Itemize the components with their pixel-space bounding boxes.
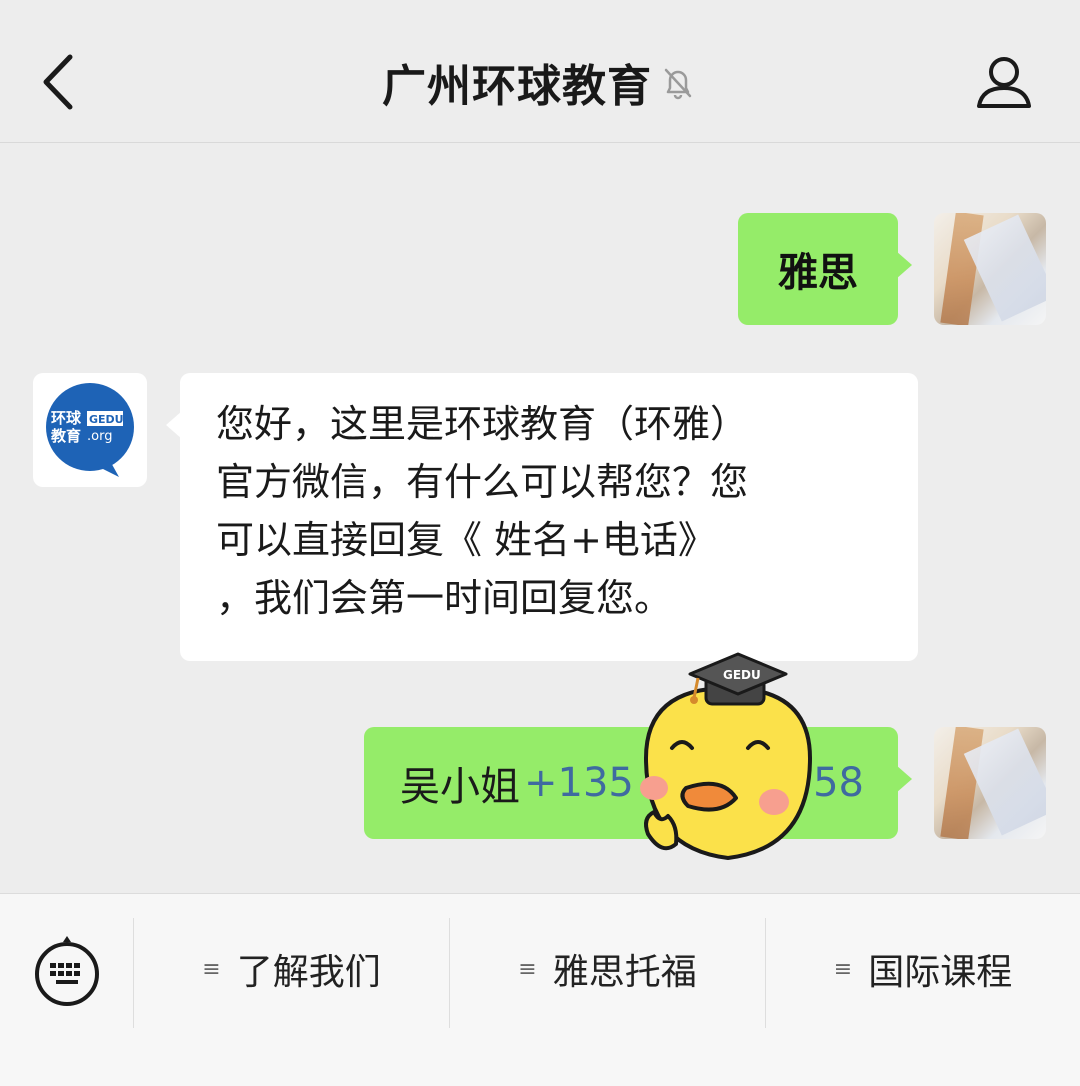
message-text: 雅思 bbox=[778, 250, 858, 296]
avatar-self[interactable] bbox=[934, 727, 1046, 839]
svg-text:环球: 环球 bbox=[51, 409, 82, 427]
avatar-self[interactable] bbox=[934, 213, 1046, 325]
graduate-duck-sticker: GEDU bbox=[640, 652, 813, 861]
menu-item-label: 国际课程 bbox=[868, 952, 1013, 993]
gedu-logo: 环球 GEDU 教育 .org bbox=[46, 383, 134, 477]
bubble-tail bbox=[896, 251, 912, 279]
bubble-tail bbox=[166, 411, 182, 439]
chat-screen: 广州环球教育 雅思 环球 GEDU 教育 .org 您好，这里是环球教育（环雅）… bbox=[0, 0, 1080, 1086]
message-line: 官方微信，有什么可以帮您？您 bbox=[216, 460, 749, 504]
phone-number-link[interactable]: +135 bbox=[524, 760, 634, 806]
svg-text:.org: .org bbox=[87, 429, 112, 444]
contact-name: 吴小姐 bbox=[400, 764, 520, 810]
page-title: 广州环球教育 bbox=[382, 61, 652, 112]
menu-item-about-us[interactable]: ≡ 了解我们 bbox=[134, 934, 449, 1004]
message-bubble-self[interactable]: 雅思 bbox=[738, 213, 912, 325]
menu-lines-icon: ≡ bbox=[518, 956, 537, 982]
message-bubble-official[interactable]: 您好，这里是环球教育（环雅） 官方微信，有什么可以帮您？您 可以直接回复《 姓名… bbox=[166, 373, 918, 661]
message-line: ，我们会第一时间回复您。 bbox=[216, 576, 673, 620]
menu-lines-icon: ≡ bbox=[202, 956, 221, 982]
svg-text:GEDU: GEDU bbox=[89, 413, 124, 426]
menu-lines-icon: ≡ bbox=[833, 956, 853, 982]
menu-item-international-courses[interactable]: ≡ 国际课程 bbox=[766, 934, 1080, 1004]
message-list[interactable]: 雅思 环球 GEDU 教育 .org 您好，这里是环球教育（环雅） 官方微信，有… bbox=[0, 143, 1080, 893]
person-icon bbox=[977, 57, 1031, 108]
message-line: 您好，这里是环球教育（环雅） bbox=[216, 402, 749, 446]
svg-text:教育: 教育 bbox=[50, 427, 81, 445]
svg-text:GEDU: GEDU bbox=[723, 668, 761, 682]
chat-header: 广州环球教育 bbox=[0, 0, 1080, 143]
bell-muted-icon bbox=[664, 68, 692, 100]
chat-info-button[interactable] bbox=[972, 50, 1036, 114]
keyboard-toggle-button[interactable] bbox=[32, 934, 102, 1006]
menu-item-label: 雅思托福 bbox=[552, 952, 697, 993]
avatar-official[interactable]: 环球 GEDU 教育 .org bbox=[33, 373, 147, 487]
message-line: 可以直接回复《 姓名+电话》 bbox=[216, 518, 716, 562]
menu-item-label: 了解我们 bbox=[236, 952, 381, 993]
menu-item-ielts-toefl[interactable]: ≡ 雅思托福 bbox=[450, 934, 765, 1004]
title-area: 广州环球教育 bbox=[0, 52, 1080, 112]
keyboard-icon bbox=[35, 936, 99, 1006]
bubble-tail bbox=[896, 765, 912, 793]
official-account-menu: ≡ 了解我们 ≡ 雅思托福 ≡ 国际课程 bbox=[0, 893, 1080, 1086]
